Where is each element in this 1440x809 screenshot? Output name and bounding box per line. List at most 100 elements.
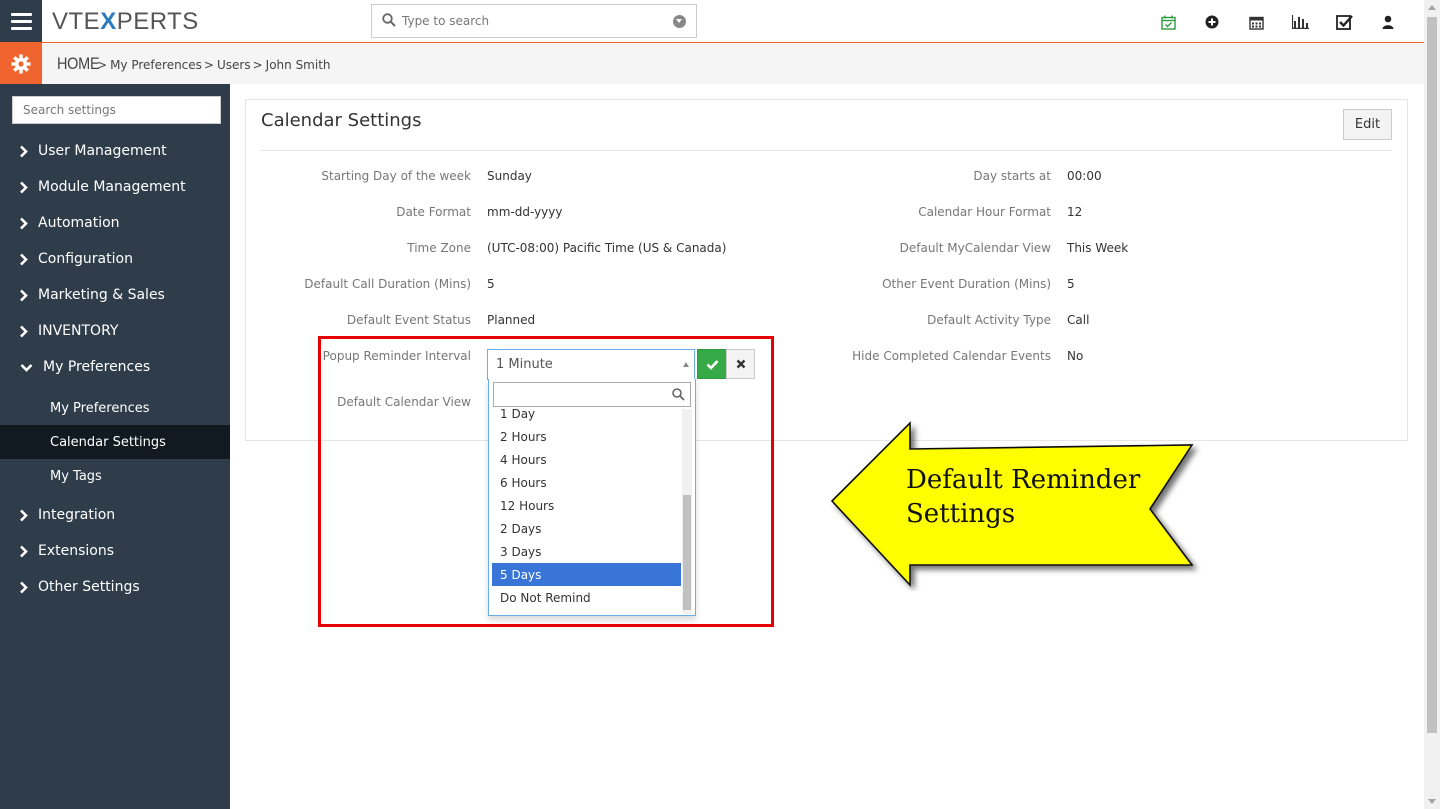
- chevron-right-icon: [0, 581, 38, 594]
- dropdown-option-highlighted[interactable]: 5 Days: [492, 563, 681, 586]
- scroll-down-arrow-icon[interactable]: [1428, 799, 1436, 804]
- user-icon[interactable]: [1366, 11, 1410, 33]
- chevron-right-icon: [0, 253, 38, 266]
- sidebar-subitem-my-preferences[interactable]: My Preferences: [0, 391, 230, 425]
- search-icon: [382, 13, 396, 27]
- sidebar-item-my-preferences[interactable]: My Preferences: [0, 349, 230, 385]
- sidebar-item-extensions[interactable]: Extensions: [0, 533, 230, 569]
- settings-search[interactable]: [12, 96, 221, 124]
- sidebar-item-label: Configuration: [38, 251, 133, 267]
- reminder-interval-select[interactable]: 1 Minute: [487, 349, 695, 380]
- check-icon: [706, 359, 718, 370]
- chevron-right-icon: [0, 509, 38, 522]
- settings-sidebar: User Management Module Management Automa…: [0, 84, 230, 809]
- sidebar-item-inventory[interactable]: INVENTORY: [0, 313, 230, 349]
- sidebar-item-label: INVENTORY: [38, 323, 119, 339]
- company-logo[interactable]: VTEXPERTS: [52, 8, 199, 36]
- field-label: Time Zone: [407, 241, 471, 255]
- dropdown-search-input[interactable]: [494, 383, 690, 406]
- scroll-up-arrow-icon[interactable]: [1428, 5, 1436, 10]
- checkbox-icon[interactable]: [1322, 11, 1366, 33]
- sidebar-item-user-management[interactable]: User Management: [0, 133, 230, 169]
- search-dropdown-icon[interactable]: [673, 15, 686, 28]
- settings-gear-icon[interactable]: [0, 43, 42, 84]
- sidebar-item-configuration[interactable]: Configuration: [0, 241, 230, 277]
- field-label: Default Calendar View: [337, 395, 471, 409]
- chevron-down-icon: [0, 363, 43, 372]
- scrollbar-thumb[interactable]: [1427, 17, 1437, 733]
- field-label: Default Event Status: [346, 313, 471, 327]
- sidebar-subitem-my-tags[interactable]: My Tags: [0, 459, 230, 493]
- field-label: Default Call Duration (Mins): [304, 277, 471, 291]
- sidebar-subitem-calendar-settings[interactable]: Calendar Settings: [0, 425, 230, 459]
- save-check-button[interactable]: [697, 349, 727, 379]
- sidebar-item-label: Extensions: [38, 543, 115, 559]
- sidebar-item-module-management[interactable]: Module Management: [0, 169, 230, 205]
- breadcrumb-separator: >: [252, 58, 263, 72]
- calendar-settings-panel: Calendar Settings Edit: [245, 99, 1408, 441]
- search-icon: [672, 388, 685, 401]
- field-label: Default MyCalendar View: [899, 241, 1051, 255]
- field-label: Default Activity Type: [927, 313, 1051, 327]
- field-label: Hide Completed Calendar Events: [852, 349, 1051, 363]
- field-value: (UTC-08:00) Pacific Time (US & Canada): [487, 241, 727, 255]
- chevron-right-icon: [0, 145, 38, 158]
- dropdown-option[interactable]: 12 Hours: [492, 494, 681, 517]
- dropdown-option[interactable]: Do Not Remind: [492, 586, 681, 609]
- sidebar-item-label: Module Management: [38, 179, 186, 195]
- callout-line: Settings: [906, 499, 1016, 529]
- field-value: 12: [1067, 205, 1083, 219]
- hamburger-menu-icon[interactable]: [0, 0, 42, 42]
- breadcrumb-home[interactable]: HOME: [57, 54, 100, 74]
- field-value: 00:00: [1067, 169, 1102, 183]
- select-value: 1 Minute: [496, 357, 553, 372]
- dropdown-option[interactable]: 6 Hours: [492, 471, 681, 494]
- sidebar-item-marketing-sales[interactable]: Marketing & Sales: [0, 277, 230, 313]
- dropdown-option[interactable]: 2 Hours: [492, 425, 681, 448]
- field-value: Sunday: [487, 169, 532, 183]
- dropdown-scrollbar-thumb[interactable]: [683, 495, 691, 610]
- bar-chart-icon[interactable]: [1278, 11, 1322, 33]
- page-scrollbar[interactable]: [1424, 0, 1440, 809]
- global-search[interactable]: [371, 4, 697, 38]
- sidebar-item-other-settings[interactable]: Other Settings: [0, 569, 230, 605]
- sidebar-item-label: User Management: [38, 143, 167, 159]
- chevron-right-icon: [0, 545, 38, 558]
- caret-up-icon: [683, 362, 689, 367]
- calendar-icon[interactable]: [1234, 11, 1278, 33]
- dropdown-scrollbar[interactable]: [682, 409, 692, 614]
- sidebar-item-label: Automation: [38, 215, 120, 231]
- chevron-right-icon: [0, 181, 38, 194]
- sidebar-item-automation[interactable]: Automation: [0, 205, 230, 241]
- cancel-x-button[interactable]: [726, 349, 755, 379]
- sidebar-item-label: Marketing & Sales: [38, 287, 165, 303]
- dropdown-search[interactable]: [493, 382, 691, 407]
- top-navbar: VTEXPERTS: [0, 0, 1424, 43]
- field-value: No: [1067, 349, 1084, 363]
- dropdown-option[interactable]: 4 Hours: [492, 448, 681, 471]
- breadcrumb-users[interactable]: Users: [217, 58, 251, 72]
- breadcrumb-john-smith: John Smith: [265, 58, 331, 72]
- breadcrumb: HOME > My Preferences > Users > John Smi…: [57, 54, 331, 74]
- dropdown-option[interactable]: 3 Days: [492, 540, 681, 563]
- dropdown-option[interactable]: 2 Days: [492, 517, 681, 540]
- sidebar-item-label: Integration: [38, 507, 116, 523]
- field-label: Date Format: [396, 205, 471, 219]
- global-search-input[interactable]: [402, 5, 662, 37]
- settings-search-input[interactable]: [13, 97, 220, 123]
- field-label: Day starts at: [973, 169, 1051, 183]
- edit-button[interactable]: Edit: [1343, 109, 1392, 140]
- top-icon-bar: [1146, 11, 1410, 33]
- sidebar-item-integration[interactable]: Integration: [0, 497, 230, 533]
- chevron-right-icon: [0, 217, 38, 230]
- field-value: Planned: [487, 313, 536, 327]
- breadcrumb-my-preferences[interactable]: My Preferences: [110, 58, 202, 72]
- dropdown-option[interactable]: 1 Day: [492, 409, 681, 425]
- plus-circle-icon[interactable]: [1190, 11, 1234, 33]
- callout-text: Default Reminder Settings: [906, 463, 1186, 531]
- calendar-check-icon[interactable]: [1146, 11, 1190, 33]
- field-value: mm-dd-yyyy: [487, 205, 563, 219]
- breadcrumb-separator: >: [203, 58, 214, 72]
- field-value: 5: [1067, 277, 1075, 291]
- page-title: Calendar Settings: [261, 110, 422, 131]
